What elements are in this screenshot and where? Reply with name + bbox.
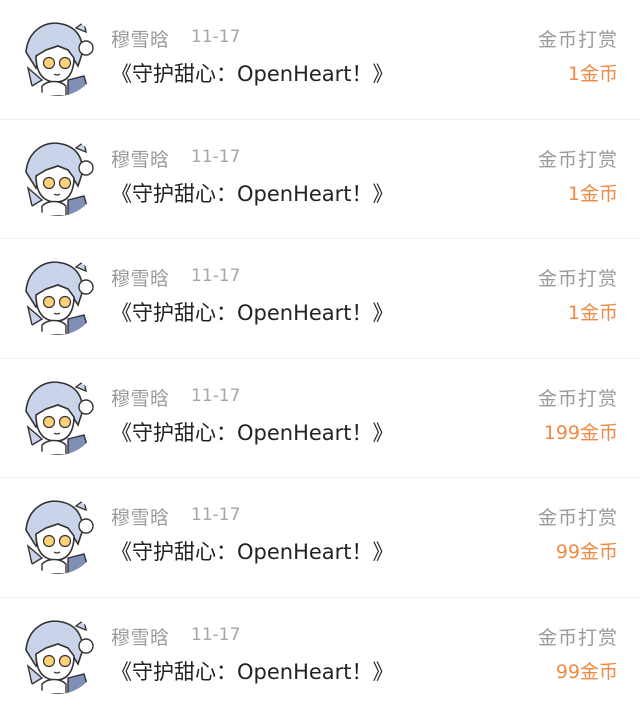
tip-date: 11-17	[191, 147, 240, 167]
anime-girl-avatar-icon	[18, 16, 98, 96]
user-avatar[interactable]	[18, 16, 98, 96]
tip-amount: 1金币	[568, 59, 618, 86]
work-title[interactable]: 《守护甜心：OpenHeart！》	[111, 178, 394, 208]
tip-type: 金币打赏	[538, 145, 618, 172]
user-avatar[interactable]	[18, 614, 98, 694]
list-item[interactable]: 穆雪晗 11-17 《守护甜心：OpenHeart！》 金币打赏 99金币	[0, 598, 640, 717]
anime-girl-avatar-icon	[18, 136, 98, 216]
user-avatar[interactable]	[18, 375, 98, 455]
tip-amount: 199金币	[544, 418, 618, 445]
tip-date: 11-17	[191, 625, 240, 645]
user-avatar[interactable]	[18, 494, 98, 574]
tip-amount: 99金币	[556, 657, 618, 684]
tip-date: 11-17	[191, 505, 240, 525]
tip-type: 金币打赏	[538, 25, 618, 52]
work-title[interactable]: 《守护甜心：OpenHeart！》	[111, 417, 394, 447]
user-name[interactable]: 穆雪晗	[111, 384, 170, 411]
list-item[interactable]: 穆雪晗 11-17 《守护甜心：OpenHeart！》 金币打赏 199金币	[0, 359, 640, 479]
user-avatar[interactable]	[18, 136, 98, 216]
tip-type: 金币打赏	[538, 384, 618, 411]
anime-girl-avatar-icon	[18, 375, 98, 455]
work-title[interactable]: 《守护甜心：OpenHeart！》	[111, 297, 394, 327]
work-title[interactable]: 《守护甜心：OpenHeart！》	[111, 656, 394, 686]
anime-girl-avatar-icon	[18, 255, 98, 335]
work-title[interactable]: 《守护甜心：OpenHeart！》	[111, 58, 394, 88]
list-item[interactable]: 穆雪晗 11-17 《守护甜心：OpenHeart！》 金币打赏 1金币	[0, 120, 640, 240]
user-name[interactable]: 穆雪晗	[111, 25, 170, 52]
tip-amount: 99金币	[556, 537, 618, 564]
tip-type: 金币打赏	[538, 623, 618, 650]
user-name[interactable]: 穆雪晗	[111, 264, 170, 291]
anime-girl-avatar-icon	[18, 614, 98, 694]
user-name[interactable]: 穆雪晗	[111, 623, 170, 650]
user-name[interactable]: 穆雪晗	[111, 503, 170, 530]
tip-list: 穆雪晗 11-17 《守护甜心：OpenHeart！》 金币打赏 1金币 穆雪晗…	[0, 0, 640, 712]
list-item[interactable]: 穆雪晗 11-17 《守护甜心：OpenHeart！》 金币打赏 99金币	[0, 478, 640, 598]
tip-amount: 1金币	[568, 298, 618, 325]
tip-date: 11-17	[191, 27, 240, 47]
anime-girl-avatar-icon	[18, 494, 98, 574]
list-item[interactable]: 穆雪晗 11-17 《守护甜心：OpenHeart！》 金币打赏 1金币	[0, 0, 640, 120]
tip-type: 金币打赏	[538, 264, 618, 291]
work-title[interactable]: 《守护甜心：OpenHeart！》	[111, 536, 394, 566]
tip-date: 11-17	[191, 266, 240, 286]
list-item[interactable]: 穆雪晗 11-17 《守护甜心：OpenHeart！》 金币打赏 1金币	[0, 239, 640, 359]
tip-type: 金币打赏	[538, 503, 618, 530]
tip-date: 11-17	[191, 386, 240, 406]
tip-amount: 1金币	[568, 179, 618, 206]
user-avatar[interactable]	[18, 255, 98, 335]
user-name[interactable]: 穆雪晗	[111, 145, 170, 172]
